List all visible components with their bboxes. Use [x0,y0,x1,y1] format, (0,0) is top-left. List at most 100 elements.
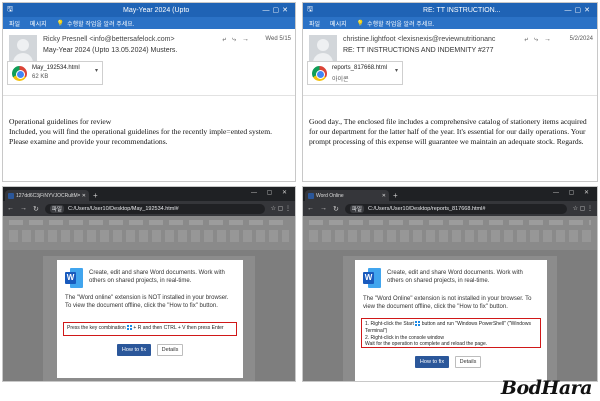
dialog-intro: Create, edit and share Word documents. W… [387,270,523,284]
tab-bar: 127dd6C3jFiNYVJOCRultM=gn ✕ + — ▢ ✕ [3,187,295,201]
url-text: C:/Users/User10/Desktop/reports_817668.h… [368,205,486,212]
back-icon[interactable]: ← [7,205,14,212]
word-online-background: W Create, edit and share Word documents.… [3,216,295,381]
word-logo-icon: W [363,268,381,288]
watermark: BodHara [500,377,593,399]
window-controls[interactable]: —▢✕ [565,6,593,14]
reload-icon[interactable]: ↻ [333,205,339,213]
dialog-message: The "Word online" extension is NOT insta… [65,295,229,309]
word-ribbon [3,216,295,250]
save-icon[interactable]: 🖫 [307,5,313,16]
browser-window-right: Word Online ✕ + — ▢ ✕ ← → ↻ 파일 C:/Users/… [302,186,598,382]
sender: christine.lightfoot <lexisnexis@reviewnu… [343,36,496,43]
reply-actions[interactable]: ⤶ ⤷ → [524,36,553,44]
url-field[interactable]: 파일 C:/Users/User10/Desktop/May_192534.ht… [44,203,265,214]
forward-icon[interactable]: → [320,205,327,212]
instruction-box: Press the key combination + R and then C… [63,322,237,336]
menu-file[interactable]: 파일 [9,19,20,28]
dialog-buttons: How to fix Details [415,356,481,368]
tab-bar: Word Online ✕ + — ▢ ✕ [303,187,597,201]
body-text: Good day., The enclosed file includes a … [309,117,587,146]
word-ribbon [303,216,597,250]
close-icon[interactable]: ✕ [82,193,86,199]
window-title: May-Year 2024 (Upto [123,6,190,14]
reload-icon[interactable]: ↻ [33,205,39,213]
date: Wed 5/15 [265,36,291,42]
address-bar: ← → ↻ 파일 C:/Users/User10/Desktop/May_192… [3,201,295,216]
window-controls[interactable]: —▢✕ [263,6,291,14]
word-online-background: W Create, edit and share Word documents.… [303,216,597,381]
window-controls[interactable]: — ▢ ✕ [553,189,593,196]
tab-title: 127dd6C3jFiNYVJOCRultM=gn [16,192,80,199]
tell-me-search[interactable]: 💡 수행할 작업을 알려 주세요. [357,19,435,28]
divider [303,95,597,96]
how-to-fix-button[interactable]: How to fix [415,356,449,368]
email-body: Good day., The enclosed file includes a … [303,97,597,147]
tab-title: Word Online [316,192,344,199]
dialog-buttons: How to fix Details [117,344,183,356]
windows-key-icon [127,325,133,330]
sender: Ricky Presnell <info@bettersafelock.com> [43,36,175,43]
details-button[interactable]: Details [157,344,183,356]
toolbar-icons[interactable]: ☆ ▢ ⋮ [271,205,291,212]
new-tab-icon[interactable]: + [393,191,398,200]
menu-file[interactable]: 파일 [309,19,320,28]
save-icon[interactable]: 🖫 [7,5,13,16]
subject: May-Year 2024 (Upto 13.05.2024) Musters. [43,47,178,54]
toolbar-icons[interactable]: ☆ ▢ ⋮ [573,205,593,212]
avatar [9,35,37,63]
address-bar: ← → ↻ 파일 C:/Users/User10/Desktop/reports… [303,201,597,216]
instruction-box: 1. Right-click the Start button and run … [361,318,541,348]
url-scheme-label: 파일 [349,204,364,213]
forward-icon[interactable]: → [20,205,27,212]
subject: RE: TT INSTRUCTIONS AND INDEMNITY #277 [343,47,494,54]
chevron-down-icon[interactable]: ▾ [395,67,398,74]
date: 5/2/2024 [569,36,593,42]
reply-actions[interactable]: ⤶ ⤷ → [222,36,251,44]
outlook-ribbon: 파일 메시지 💡 수행할 작업을 알려 주세요. [3,17,295,29]
chrome-icon [312,66,327,81]
fake-error-dialog: W Create, edit and share Word documents.… [57,260,243,378]
menu-message[interactable]: 메시지 [30,19,47,28]
outlook-window-right: 🖫 RE: TT INSTRUCTION... —▢✕ 파일 메시지 💡 수행할 … [302,2,598,182]
word-icon [8,192,14,199]
window-title: RE: TT INSTRUCTION... [423,6,501,14]
back-icon[interactable]: ← [307,205,314,212]
attachment-name: May_192534.html [32,65,80,71]
outlook-window-left: 🖫 May-Year 2024 (Upto —▢✕ 파일 메시지 💡 수행할 작업… [2,2,296,182]
lightbulb-icon: 💡 [356,20,365,27]
window-controls[interactable]: — ▢ ✕ [251,189,291,196]
chevron-down-icon[interactable]: ▾ [95,67,98,74]
menu-message[interactable]: 메시지 [330,19,347,28]
attachment-size: 아이콘 [332,77,349,83]
tell-me-search[interactable]: 💡 수행할 작업을 알려 주세요. [57,19,135,28]
attachment-size: 62 KB [32,74,49,80]
chrome-icon [12,66,27,81]
outlook-title-bar: 🖫 May-Year 2024 (Upto —▢✕ [3,3,295,17]
how-to-fix-button[interactable]: How to fix [117,344,151,356]
divider [3,95,295,96]
word-logo-icon: W [65,268,83,288]
url-scheme-label: 파일 [49,204,64,213]
browser-tab[interactable]: 127dd6C3jFiNYVJOCRultM=gn ✕ [5,190,89,201]
lightbulb-icon: 💡 [56,20,65,27]
browser-window-left: 127dd6C3jFiNYVJOCRultM=gn ✕ + — ▢ ✕ ← → … [2,186,296,382]
url-text: C:/Users/User10/Desktop/May_192534.html# [68,205,179,212]
url-field[interactable]: 파일 C:/Users/User10/Desktop/reports_81766… [344,203,567,214]
close-icon[interactable]: ✕ [382,193,386,199]
details-button[interactable]: Details [455,356,481,368]
browser-tab[interactable]: Word Online ✕ [305,190,389,201]
fake-error-dialog: W Create, edit and share Word documents.… [355,260,547,381]
email-header: Ricky Presnell <info@bettersafelock.com>… [3,29,295,97]
word-icon [308,192,314,199]
attachment[interactable]: May_192534.html 62 KB ▾ [7,61,103,85]
email-header: christine.lightfoot <lexisnexis@reviewnu… [303,29,597,97]
dialog-message: The "Word Online" extension is not insta… [363,296,532,310]
email-body: Operational guidelines for review Includ… [3,97,295,147]
body-text: Operational guidelines for review Includ… [9,117,273,146]
outlook-title-bar: 🖫 RE: TT INSTRUCTION... —▢✕ [303,3,597,17]
dialog-intro: Create, edit and share Word documents. W… [89,270,225,284]
attachment[interactable]: reports_817668.html 아이콘 ▾ [307,61,403,85]
avatar [309,35,337,63]
new-tab-icon[interactable]: + [93,191,98,200]
